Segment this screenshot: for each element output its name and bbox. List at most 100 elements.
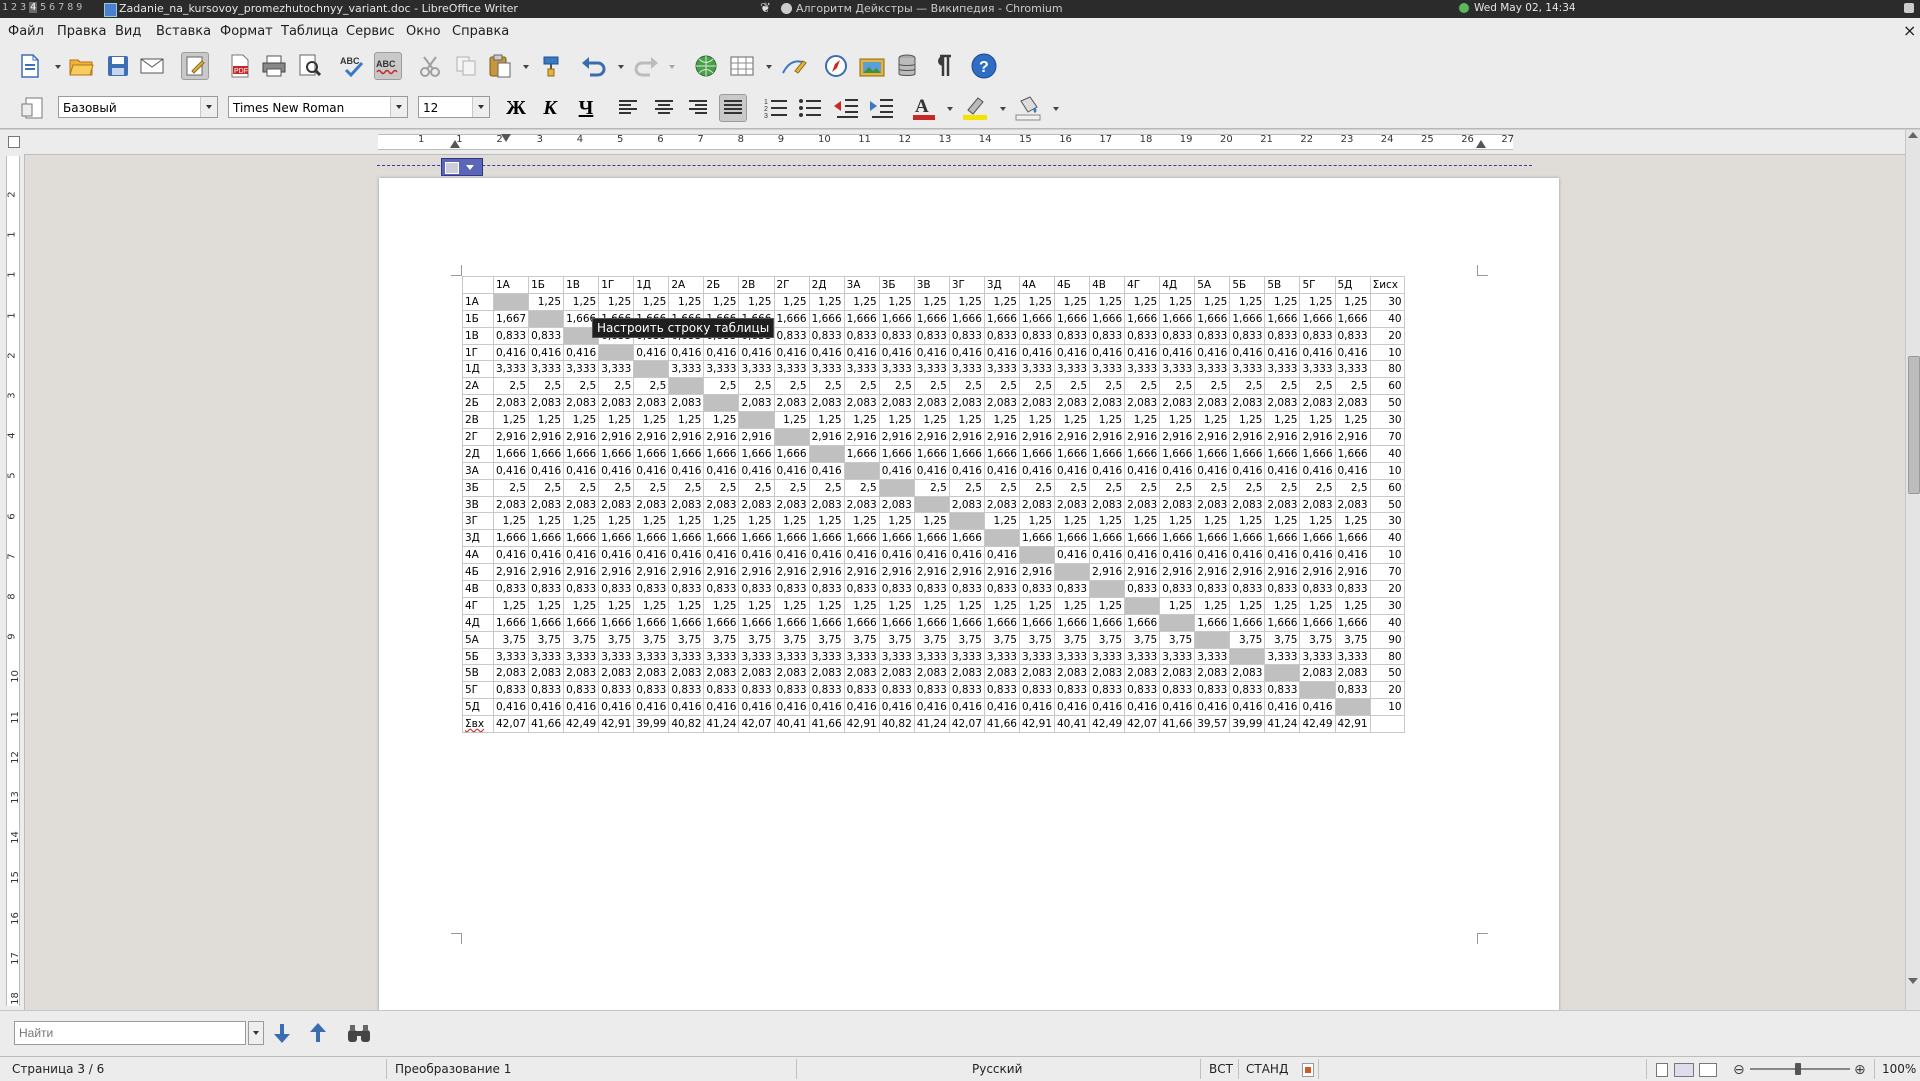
table-cell[interactable]: 2,916 <box>1194 563 1231 582</box>
table-cell[interactable]: 1,666 <box>598 529 635 548</box>
table-cell[interactable]: 2,916 <box>948 563 985 582</box>
find-next-icon[interactable] <box>268 1019 296 1047</box>
row-header[interactable]: 2А <box>462 377 494 396</box>
table-cell[interactable]: 2,5 <box>563 377 600 396</box>
table-cell[interactable]: 1,666 <box>948 444 985 463</box>
table-cell[interactable]: 1,25 <box>668 292 705 311</box>
table-cell[interactable]: 1,25 <box>528 411 565 430</box>
table-cell[interactable]: 3,333 <box>633 647 670 666</box>
table-cell[interactable]: 3,333 <box>878 360 915 379</box>
table-cell[interactable]: 2,5 <box>808 478 845 497</box>
table-cell[interactable]: 2,5 <box>738 478 775 497</box>
table-cell[interactable]: 2,083 <box>773 495 810 514</box>
table-cell[interactable]: 2,916 <box>492 563 530 582</box>
align-center-icon[interactable] <box>650 94 678 122</box>
find-history-dropdown[interactable] <box>248 1021 264 1045</box>
table-cell[interactable]: 1,25 <box>808 512 845 531</box>
styles-formatting-icon[interactable] <box>18 94 46 122</box>
table-cell[interactable]: 2,5 <box>773 377 810 396</box>
diagonal-cell[interactable] <box>668 377 705 396</box>
table-cell[interactable]: 0,833 <box>1124 681 1161 700</box>
table-cell[interactable]: 0,416 <box>1299 698 1336 717</box>
insert-mode[interactable]: ВСТ <box>1209 1062 1233 1076</box>
table-cell[interactable]: 0,833 <box>492 326 530 345</box>
table-cell[interactable]: 1,25 <box>1334 292 1371 311</box>
numbering-icon[interactable]: 123 <box>762 94 790 122</box>
diagonal-cell[interactable] <box>1194 630 1231 649</box>
table-cell[interactable]: 1,666 <box>1299 529 1336 548</box>
table-cell[interactable]: 1,666 <box>1018 444 1056 463</box>
table-cell[interactable]: 2,916 <box>1159 563 1196 582</box>
table-cell[interactable]: 0,416 <box>1159 461 1196 480</box>
table-row[interactable]: 3Г 1,25 1,25 1,25 1,25 1,25 1,25 1,25 1,25 1,25 1,… <box>462 512 1405 531</box>
table-cell[interactable]: 0,833 <box>913 326 950 345</box>
table-cell[interactable]: 3,75 <box>878 630 915 649</box>
table-cell[interactable]: 1,25 <box>843 596 880 615</box>
table-cell[interactable]: 0,833 <box>598 580 635 598</box>
table-cell[interactable]: 2,083 <box>948 495 985 514</box>
table-cell[interactable]: 3,333 <box>598 647 635 666</box>
table-cell[interactable]: 2,916 <box>1018 563 1056 582</box>
table-cell[interactable]: 3,75 <box>948 630 985 649</box>
table-cell[interactable]: 1,25 <box>598 411 635 430</box>
table-cell[interactable]: 0,416 <box>492 546 530 565</box>
table-cell[interactable]: 0,416 <box>1299 343 1336 362</box>
row-sum-cell[interactable]: 10 <box>1369 461 1405 480</box>
table-cell[interactable]: 1,25 <box>1334 512 1371 531</box>
table-cell[interactable]: 1,666 <box>1229 613 1266 632</box>
table-cell[interactable]: 2,5 <box>668 478 705 497</box>
column-header[interactable]: 5Д <box>1334 276 1371 294</box>
tab-stop-type-icon[interactable] <box>8 136 20 148</box>
table-cell[interactable]: 1,666 <box>1089 444 1126 463</box>
table-cell[interactable]: 1,666 <box>913 309 950 328</box>
row-header[interactable]: 5Г <box>462 681 494 700</box>
table-cell[interactable]: 1,666 <box>808 309 845 328</box>
redo-dropdown-icon[interactable] <box>669 65 675 69</box>
total-cell[interactable]: 39,57 <box>1194 715 1231 734</box>
table-cell[interactable]: 2,5 <box>773 478 810 497</box>
row-header[interactable]: 1А <box>462 292 494 311</box>
edit-mode-icon[interactable] <box>181 52 209 80</box>
table-cell[interactable]: 3,333 <box>948 360 985 379</box>
diagonal-cell[interactable] <box>773 428 810 446</box>
table-cell[interactable]: 1,666 <box>878 444 915 463</box>
find-input[interactable] <box>14 1021 246 1045</box>
table-cell[interactable]: 0,416 <box>703 698 740 717</box>
table-cell[interactable]: 0,416 <box>738 698 775 717</box>
table-cell[interactable]: 2,5 <box>808 377 845 396</box>
table-cell[interactable]: 3,75 <box>668 630 705 649</box>
table-cell[interactable]: 1,25 <box>598 596 635 615</box>
decrease-indent-icon[interactable] <box>832 94 860 122</box>
total-cell[interactable]: 42,07 <box>738 715 775 734</box>
table-cell[interactable]: 0,833 <box>878 580 915 598</box>
table-cell[interactable]: 0,416 <box>1053 461 1091 480</box>
table-cell[interactable]: 1,666 <box>492 613 530 632</box>
table-cell[interactable]: 1,666 <box>983 309 1020 328</box>
table-cell[interactable]: 3,333 <box>492 360 530 379</box>
table-dropdown-icon[interactable] <box>766 65 772 69</box>
table-cell[interactable]: 1,666 <box>633 529 670 548</box>
row-header[interactable]: 5Б <box>462 647 494 666</box>
table-cell[interactable]: 0,833 <box>983 580 1020 598</box>
multi-page-view-icon[interactable] <box>1674 1063 1694 1077</box>
table-cell[interactable]: 1,25 <box>808 292 845 311</box>
table-cell[interactable]: 2,916 <box>843 563 880 582</box>
table-cell[interactable]: 0,416 <box>668 698 705 717</box>
column-header[interactable]: Σисх <box>1369 276 1405 294</box>
cut-icon[interactable] <box>416 52 444 80</box>
table-cell[interactable]: 1,25 <box>528 596 565 615</box>
table-cell[interactable]: 0,416 <box>773 461 810 480</box>
table-cell[interactable]: 3,333 <box>1053 360 1091 379</box>
highlighting-dropdown-icon[interactable] <box>1000 107 1006 111</box>
help-icon[interactable]: ? <box>970 52 998 80</box>
table-cell[interactable]: 1,666 <box>1299 613 1336 632</box>
table-cell[interactable]: 2,083 <box>1053 495 1091 514</box>
menu-tools[interactable]: Сервис <box>346 24 395 39</box>
table-cell[interactable]: 0,416 <box>878 698 915 717</box>
email-icon[interactable] <box>138 52 166 80</box>
table-cell[interactable]: 0,833 <box>1053 326 1091 345</box>
table-cell[interactable]: 1,666 <box>633 613 670 632</box>
table-row[interactable]: 4Д 1,666 1,666 1,666 1,666 1,666 1,666 1,666 1,6… <box>462 613 1405 632</box>
font-color-icon[interactable]: A <box>910 94 938 122</box>
column-header[interactable]: 2А <box>668 276 705 294</box>
